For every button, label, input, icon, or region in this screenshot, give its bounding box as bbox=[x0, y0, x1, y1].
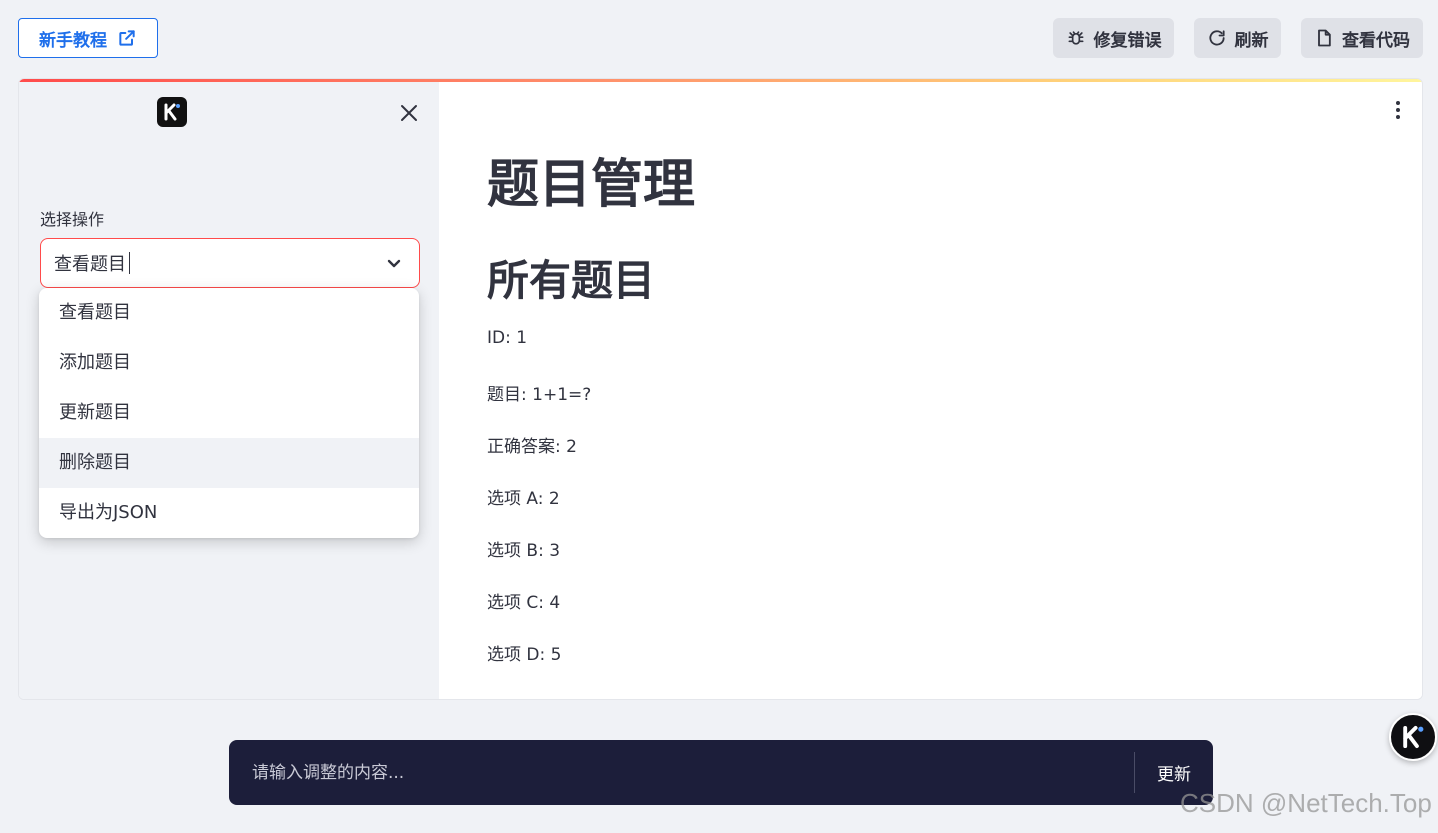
fix-error-label: 修复错误 bbox=[1093, 30, 1162, 51]
k-logo-icon[interactable] bbox=[1389, 713, 1437, 761]
correct-answer: 正确答案: 2 bbox=[487, 437, 577, 457]
refresh-button[interactable]: 刷新 bbox=[1194, 18, 1281, 58]
tutorial-label: 新手教程 bbox=[39, 30, 107, 51]
select-label: 选择操作 bbox=[40, 210, 105, 229]
decoration-bar bbox=[19, 79, 1422, 82]
watermark: CSDN @NetTech.Top bbox=[1180, 788, 1432, 818]
more-vertical-icon[interactable] bbox=[1394, 98, 1402, 122]
dropdown-option[interactable]: 查看题目 bbox=[39, 288, 419, 338]
bug-icon bbox=[1066, 28, 1086, 48]
tutorial-button[interactable]: 新手教程 bbox=[18, 18, 158, 58]
file-icon bbox=[1314, 28, 1334, 48]
operation-select[interactable]: 查看题目 bbox=[40, 238, 420, 288]
refresh-label: 刷新 bbox=[1234, 30, 1269, 51]
dropdown-option[interactable]: 删除题目 bbox=[39, 438, 419, 488]
external-link-icon bbox=[117, 28, 137, 48]
k-logo-icon bbox=[157, 97, 187, 127]
prompt-bar: 更新 bbox=[229, 740, 1213, 805]
question-id: ID: 1 bbox=[487, 328, 528, 348]
close-icon[interactable] bbox=[397, 101, 421, 125]
section-title: 所有题目 bbox=[487, 256, 656, 305]
select-value: 查看题目 bbox=[54, 254, 126, 275]
text-caret bbox=[129, 252, 130, 274]
prompt-input[interactable] bbox=[239, 740, 1129, 805]
main-content: 题目管理 所有题目 ID: 1 题目: 1+1=? 正确答案: 2 选项 A: … bbox=[439, 82, 1422, 699]
view-code-label: 查看代码 bbox=[1342, 30, 1410, 51]
option-a: 选项 A: 2 bbox=[487, 489, 560, 509]
dropdown-option[interactable]: 添加题目 bbox=[39, 338, 419, 388]
option-d: 选项 D: 5 bbox=[487, 645, 562, 665]
page-title: 题目管理 bbox=[487, 155, 696, 215]
refresh-icon bbox=[1207, 28, 1227, 48]
question-text: 题目: 1+1=? bbox=[487, 385, 592, 405]
top-toolbar: 新手教程 修复错误 刷新 查看代码 bbox=[0, 0, 1438, 78]
fix-error-button[interactable]: 修复错误 bbox=[1053, 18, 1174, 58]
operation-dropdown-list: 查看题目 添加题目 更新题目 删除题目 导出为JSON bbox=[39, 288, 419, 538]
view-code-button[interactable]: 查看代码 bbox=[1301, 18, 1423, 58]
option-c: 选项 C: 4 bbox=[487, 593, 561, 613]
chevron-down-icon[interactable] bbox=[385, 254, 403, 276]
option-b: 选项 B: 3 bbox=[487, 541, 561, 561]
dropdown-option[interactable]: 更新题目 bbox=[39, 388, 419, 438]
dropdown-option[interactable]: 导出为JSON bbox=[39, 488, 419, 538]
